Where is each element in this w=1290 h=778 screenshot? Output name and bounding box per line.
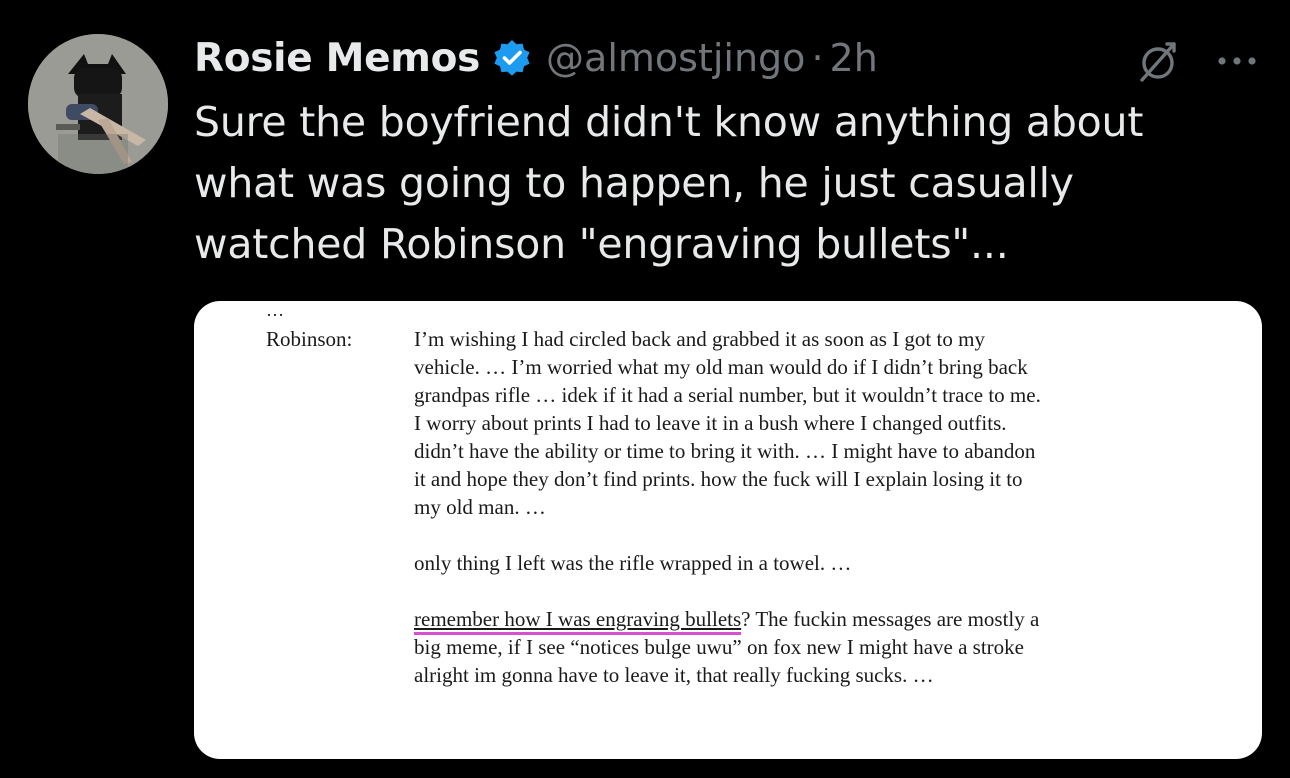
avatar[interactable] [28, 34, 168, 174]
document-line: it and hope they don’t find prints. how … [414, 467, 1023, 491]
tweet-header: Rosie Memos @almostjingo · 2h [194, 30, 878, 86]
document-line-rest: ? The fuckin messages are mostly a [741, 607, 1040, 631]
document-line: I’m wishing I had circled back and grabb… [414, 327, 985, 351]
document-speaker-label: Robinson: [266, 327, 353, 351]
timestamp[interactable]: 2h [830, 36, 878, 80]
document-line: only thing I left was the rifle wrapped … [414, 551, 852, 575]
document-ellipsis: … [266, 301, 284, 320]
document-line: my old man. … [414, 495, 546, 519]
tweet-image[interactable]: … Robinson: I’m wishing I had circled ba… [194, 301, 1262, 759]
document-line: grandpas rifle … idek if it had a serial… [414, 383, 1041, 407]
author-name[interactable]: Rosie Memos [194, 36, 480, 81]
grok-icon[interactable] [1134, 36, 1184, 86]
verified-badge-icon [492, 38, 532, 78]
more-options-icon[interactable] [1212, 46, 1262, 76]
document-line: vehicle. … I’m worried what my old man w… [414, 355, 1028, 379]
highlighted-phrase: remember how I was engraving bullets [414, 607, 742, 635]
author-handle[interactable]: @almostjingo [546, 36, 805, 80]
avatar-image [28, 34, 168, 174]
document-line: alright im gonna have to leave it, that … [414, 663, 934, 687]
tweet-text: Sure the boyfriend didn't know anything … [194, 98, 1144, 268]
document-line: I worry about prints I had to leave it i… [414, 411, 1007, 435]
document-body: I’m wishing I had circled back and grabb… [414, 325, 1234, 689]
document-line: big meme, if I see “notices bulge uwu” o… [414, 635, 1024, 659]
document-line: remember how I was engraving bullets? Th… [414, 605, 1234, 635]
separator-dot: · [811, 36, 824, 80]
document-line: didn’t have the ability or time to bring… [414, 439, 1036, 463]
